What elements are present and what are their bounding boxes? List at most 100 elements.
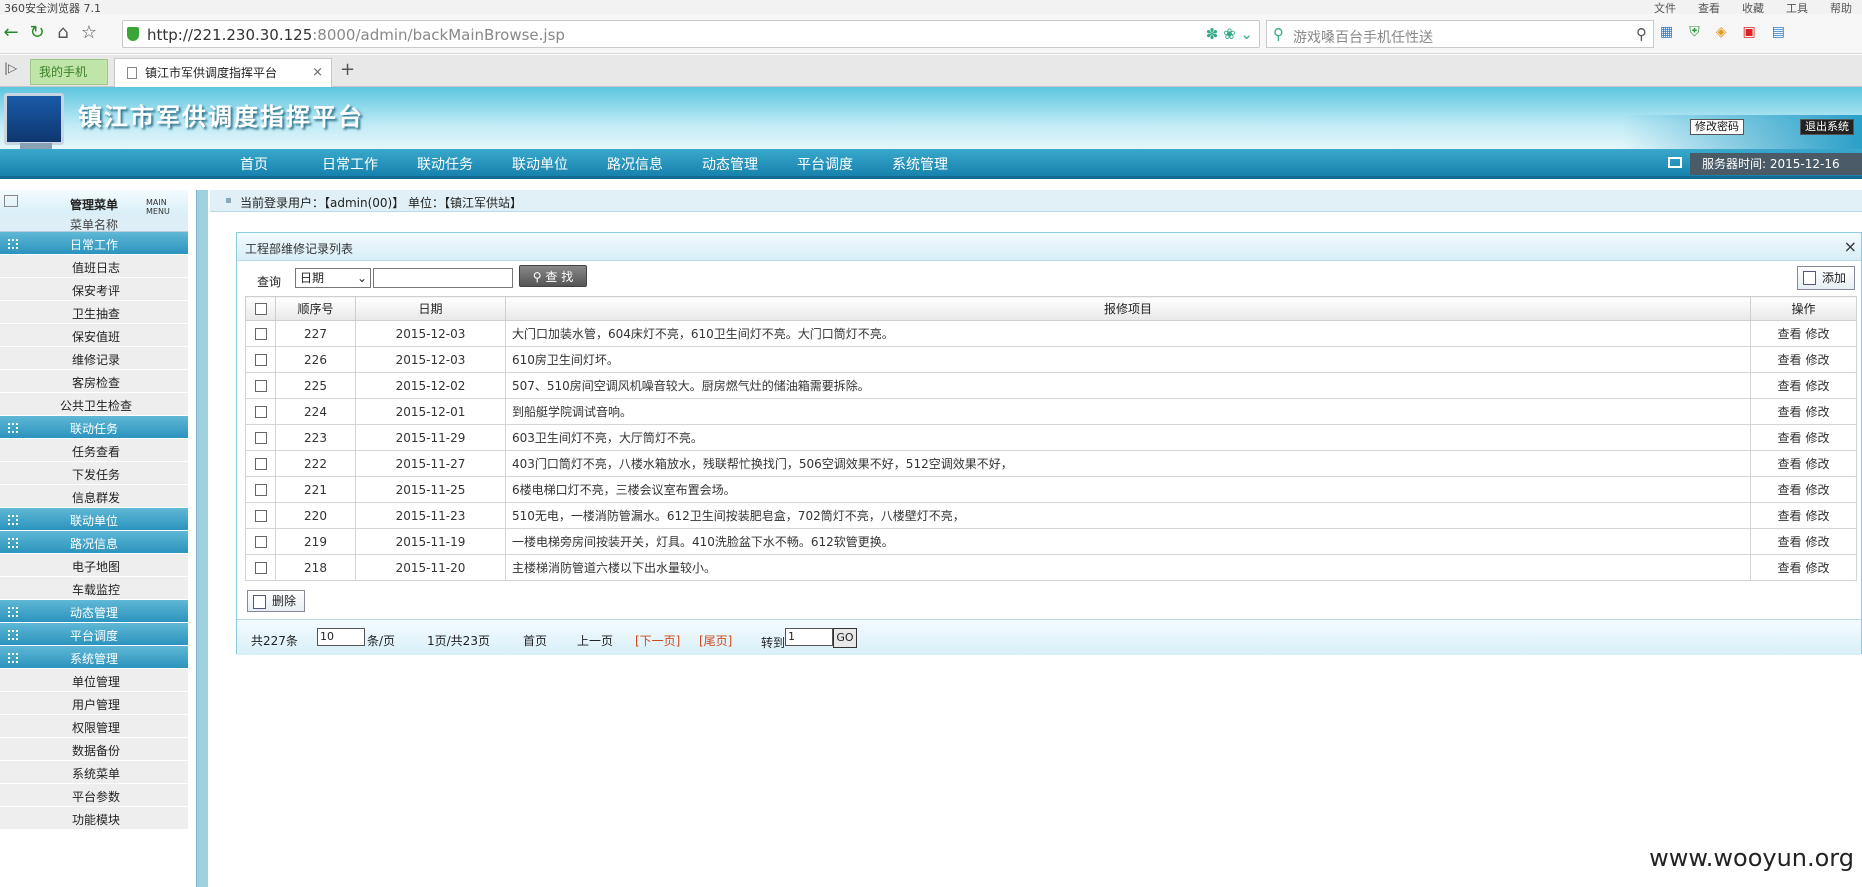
view-link[interactable]: 查看 [1777,405,1801,419]
view-link[interactable]: 查看 [1777,379,1801,393]
first-page-link[interactable]: 首页 [523,632,547,649]
edit-link[interactable]: 修改 [1806,405,1830,419]
row-checkbox[interactable] [254,536,267,548]
sidebar-group-daily-work[interactable]: 日常工作 [0,232,188,255]
search-engine-icon[interactable]: ⚲ [1273,25,1284,43]
view-link[interactable]: 查看 [1777,535,1801,549]
sidebar-toggle-icon[interactable]: |▷ [4,61,17,75]
view-link[interactable]: 查看 [1777,561,1801,575]
goto-page-input[interactable]: 1 [785,628,833,646]
edit-link[interactable]: 修改 [1806,353,1830,367]
nav-linked-units[interactable]: 联动单位 [512,154,568,174]
sidebar-item-issue-task[interactable]: 下发任务 [0,462,188,485]
search-icon[interactable]: ⚲ [1636,25,1647,43]
sidebar-item-function-modules[interactable]: 功能模块 [0,807,188,830]
edit-link[interactable]: 修改 [1806,327,1830,341]
sidebar-item-platform-params[interactable]: 平台参数 [0,784,188,807]
sidebar-item-user-mgmt[interactable]: 用户管理 [0,692,188,715]
nav-road-info[interactable]: 路况信息 [607,154,663,174]
menu-icon[interactable] [4,195,18,207]
sidebar-item-permission-mgmt[interactable]: 权限管理 [0,715,188,738]
apps-icon[interactable]: ▦ [1660,24,1673,40]
sidebar-item-security-duty[interactable]: 保安值班 [0,324,188,347]
per-page-input[interactable]: 10 [317,628,365,646]
sidebar-item-repair-records[interactable]: 维修记录 [0,347,188,370]
search-field[interactable]: ⚲ 游戏嗓百台手机任性送 ⚲ [1266,20,1654,48]
sidebar-item-public-hygiene[interactable]: 公共卫生检查 [0,393,188,416]
next-page-link[interactable]: [下一页] [635,632,680,649]
sidebar-item-unit-mgmt[interactable]: 单位管理 [0,669,188,692]
sidebar-item-security-eval[interactable]: 保安考评 [0,278,188,301]
tab-my-mobile[interactable]: 我的手机 [30,59,108,85]
view-link[interactable]: 查看 [1777,327,1801,341]
nav-home[interactable]: 首页 [240,154,268,174]
tab-close-icon[interactable]: × [312,59,323,87]
change-password-button[interactable]: 修改密码 [1690,119,1744,135]
edit-link[interactable]: 修改 [1806,509,1830,523]
view-link[interactable]: 查看 [1777,431,1801,445]
row-checkbox[interactable] [254,562,267,574]
sidebar-item-mass-message[interactable]: 信息群发 [0,485,188,508]
sidebar-item-room-check[interactable]: 客房检查 [0,370,188,393]
sidebar-group-dynamic-mgmt[interactable]: 动态管理 [0,600,188,623]
row-checkbox[interactable] [254,354,267,366]
pdf-icon[interactable]: ▣ [1743,24,1756,40]
nav-linked-tasks[interactable]: 联动任务 [417,154,473,174]
sidebar-group-road-info[interactable]: 路况信息 [0,531,188,554]
sidebar-group-linked-units[interactable]: 联动单位 [0,508,188,531]
grid-icon[interactable]: ▤ [1772,24,1785,40]
sidebar-item-data-backup[interactable]: 数据备份 [0,738,188,761]
go-button[interactable]: GO [833,628,857,648]
last-page-link[interactable]: [尾页] [699,632,732,649]
view-link[interactable]: 查看 [1777,353,1801,367]
row-checkbox[interactable] [254,432,267,444]
select-all-checkbox[interactable] [254,303,267,315]
url-actions-icon[interactable]: ✽ ❀ ⌄ [1206,25,1253,43]
row-checkbox[interactable] [254,380,267,392]
url-field[interactable]: http://221.230.30.125:8000/admin/backMai… [122,20,1260,48]
nav-dynamic-mgmt[interactable]: 动态管理 [702,154,758,174]
sidebar-item-e-map[interactable]: 电子地图 [0,554,188,577]
star-icon[interactable]: ☆ [78,22,100,44]
game-icon[interactable]: ◈ [1716,24,1727,40]
query-field-select[interactable]: 日期 ⌄ [295,268,371,288]
logout-button[interactable]: 退出系统 [1800,119,1854,135]
edit-link[interactable]: 修改 [1806,457,1830,471]
nav-system-mgmt[interactable]: 系统管理 [892,154,948,174]
sidebar-item-task-view[interactable]: 任务查看 [0,439,188,462]
refresh-icon[interactable]: ↻ [26,22,48,44]
search-button[interactable]: ⚲ 查 找 [519,265,587,287]
sidebar-group-linked-tasks[interactable]: 联动任务 [0,416,188,439]
sidebar-item-system-menu[interactable]: 系统菜单 [0,761,188,784]
nav-platform-dispatch[interactable]: 平台调度 [797,154,853,174]
safe-icon[interactable]: ⛨ [1689,24,1700,40]
sidebar-group-platform-dispatch[interactable]: 平台调度 [0,623,188,646]
edit-link[interactable]: 修改 [1806,535,1830,549]
edit-link[interactable]: 修改 [1806,379,1830,393]
new-tab-icon[interactable]: + [340,59,355,80]
tab-current[interactable]: 镇江市军供调度指挥平台 × [114,58,332,88]
back-icon[interactable]: ← [0,22,22,44]
view-link[interactable]: 查看 [1777,509,1801,523]
sidebar-item-hygiene-check[interactable]: 卫生抽查 [0,301,188,324]
query-input[interactable] [373,268,513,288]
edit-link[interactable]: 修改 [1806,561,1830,575]
view-link[interactable]: 查看 [1777,483,1801,497]
sidebar-group-system-mgmt[interactable]: 系统管理 [0,646,188,669]
edit-link[interactable]: 修改 [1806,431,1830,445]
delete-button[interactable]: 删除 [247,590,305,612]
row-checkbox[interactable] [254,458,267,470]
row-checkbox[interactable] [254,484,267,496]
add-button[interactable]: 添加 [1797,266,1855,290]
row-checkbox[interactable] [254,510,267,522]
sidebar-item-vehicle-monitor[interactable]: 车载监控 [0,577,188,600]
view-link[interactable]: 查看 [1777,457,1801,471]
prev-page-link[interactable]: 上一页 [577,632,613,649]
nav-daily-work[interactable]: 日常工作 [322,154,378,174]
row-checkbox[interactable] [254,328,267,340]
sidebar-item-duty-log[interactable]: 值班日志 [0,255,188,278]
edit-link[interactable]: 修改 [1806,483,1830,497]
row-checkbox[interactable] [254,406,267,418]
sidebar-splitter[interactable] [196,190,208,887]
close-icon[interactable]: × [1844,237,1857,256]
